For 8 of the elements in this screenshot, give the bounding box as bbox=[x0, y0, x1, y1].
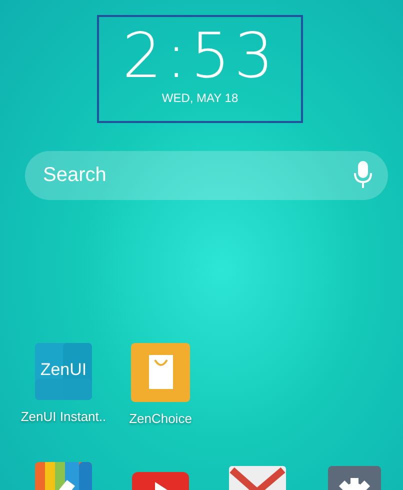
shopping-bag-icon bbox=[131, 343, 190, 402]
app-label[interactable]: ZenUI Instant.. bbox=[20, 409, 106, 424]
app-tile-icon bbox=[35, 343, 92, 400]
clock-date: WED, MAY 18 bbox=[162, 91, 238, 105]
microphone-icon[interactable] bbox=[354, 161, 372, 189]
icon-logo-text: ZenUI bbox=[39, 360, 88, 380]
app-label[interactable]: ZenChoice bbox=[129, 411, 192, 426]
clock-time[interactable]: 2:53 bbox=[122, 23, 278, 89]
